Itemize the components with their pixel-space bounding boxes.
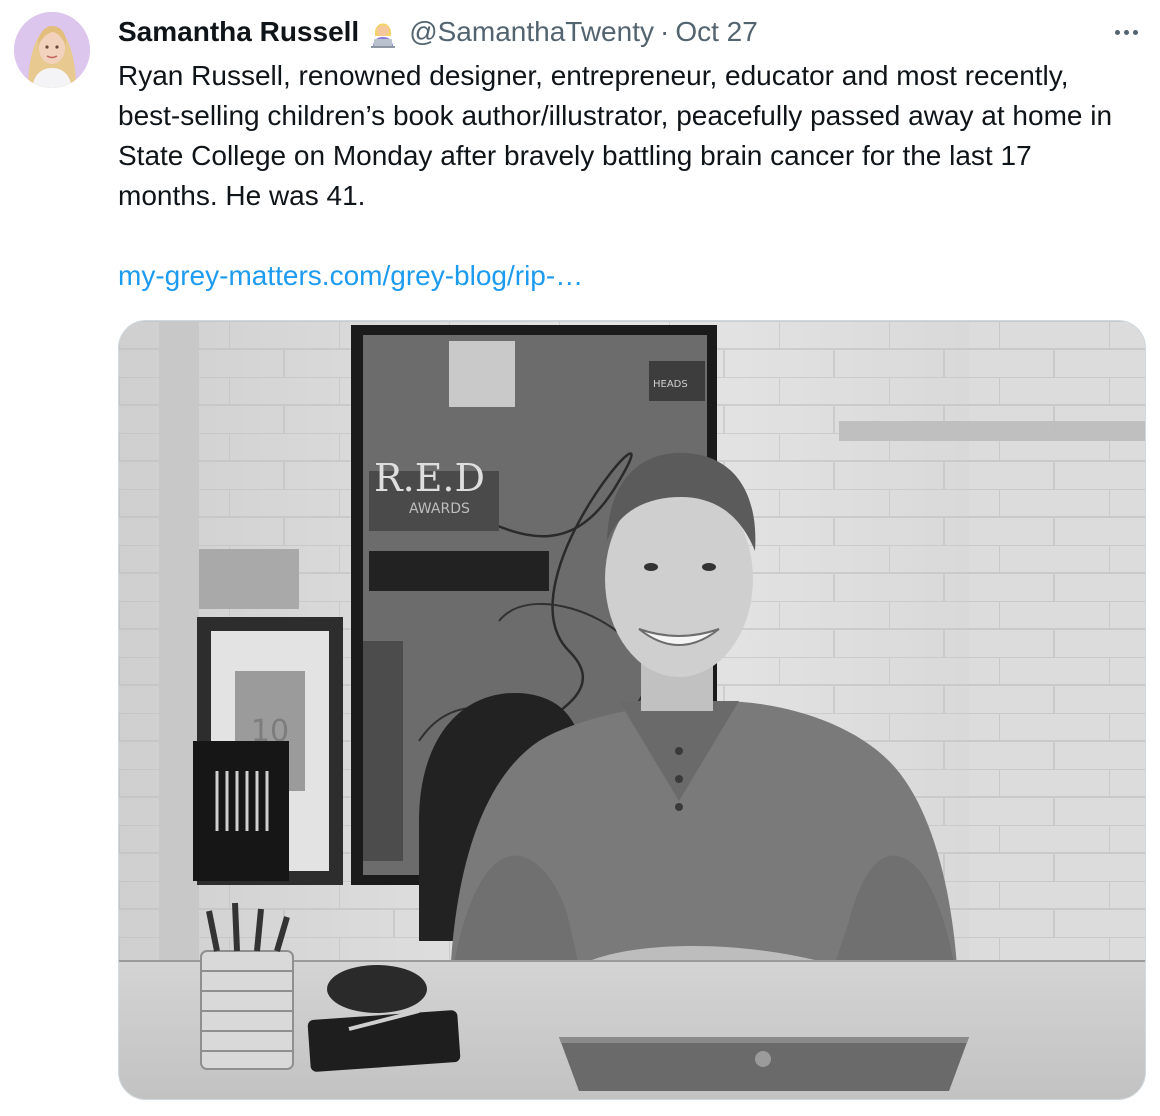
display-name[interactable]: Samantha Russell [118, 16, 359, 48]
more-dot-icon [1123, 29, 1129, 35]
separator-dot: · [659, 16, 670, 47]
avatar[interactable] [14, 12, 90, 88]
more-dot-icon [1132, 29, 1138, 35]
poster-subtitle: AWARDS [409, 501, 470, 517]
tweet: Samantha Russell @SamanthaTwenty · Oct 2… [0, 0, 1160, 1116]
more-dot-icon [1114, 29, 1120, 35]
photo-desk-portrait: 10 R.E.D AWARDS HEADS [119, 321, 1145, 1099]
more-options-button[interactable] [1106, 18, 1146, 46]
poster-title: R.E.D [374, 456, 485, 500]
poster-sign-text: HEADS [653, 379, 688, 390]
tweet-photo[interactable]: 10 R.E.D AWARDS HEADS [118, 320, 1146, 1100]
tweet-link[interactable]: my-grey-matters.com/grey-blog/rip-… [118, 256, 583, 296]
tweet-text: Ryan Russell, renowned designer, entrepr… [118, 60, 1113, 211]
tweet-date[interactable]: Oct 27 [675, 16, 757, 48]
tweet-header: Samantha Russell @SamanthaTwenty · Oct 2… [118, 14, 758, 50]
woman-technologist-emoji-icon [367, 16, 399, 48]
author-handle[interactable]: @SamanthaTwenty [409, 16, 654, 48]
